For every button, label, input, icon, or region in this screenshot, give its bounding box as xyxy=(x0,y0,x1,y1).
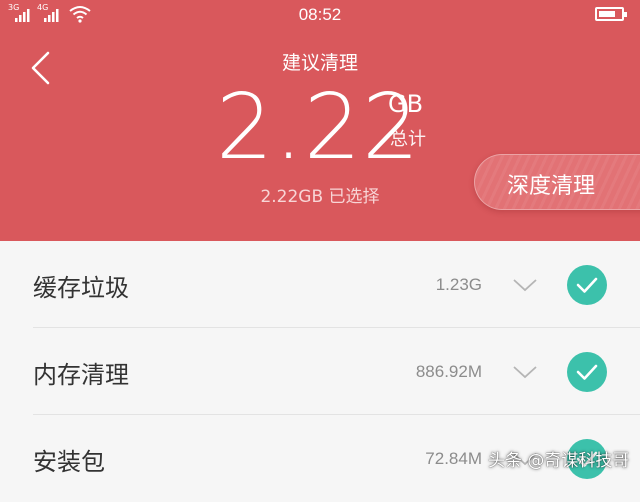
page-title: 建议清理 xyxy=(281,52,358,74)
battery-icon xyxy=(595,7,627,21)
total-caption: 总计 xyxy=(390,129,426,150)
checked-icon[interactable] xyxy=(567,352,607,392)
watermark: 头条 @奇谋科技哥 xyxy=(488,451,630,471)
list-item-memory[interactable]: 内存清理 886.92M xyxy=(0,328,640,415)
status-time: 08:52 xyxy=(298,5,342,24)
item-name: 内存清理 xyxy=(33,361,129,389)
item-name: 缓存垃圾 xyxy=(33,274,129,302)
deep-clean-label: 深度清理 xyxy=(507,174,596,199)
item-name: 安装包 xyxy=(33,448,105,476)
chevron-down-icon[interactable] xyxy=(512,364,538,380)
status-bar: 3G 4G 08:52 xyxy=(0,0,640,32)
list-item-cache[interactable]: 缓存垃圾 1.23G xyxy=(0,241,640,328)
item-size: 1.23G xyxy=(435,275,482,294)
header-panel: 3G 4G 08:52 建议清理 2.22 GB 总计 2.22GB 已选择 深… xyxy=(0,0,640,241)
item-size: 886.92M xyxy=(415,362,482,381)
chevron-down-icon[interactable] xyxy=(512,277,538,293)
total-size-unit: GB xyxy=(388,90,424,118)
checked-icon[interactable] xyxy=(567,265,607,305)
deep-clean-button[interactable]: 深度清理 xyxy=(474,154,640,210)
item-size: 72.84M xyxy=(425,449,482,468)
